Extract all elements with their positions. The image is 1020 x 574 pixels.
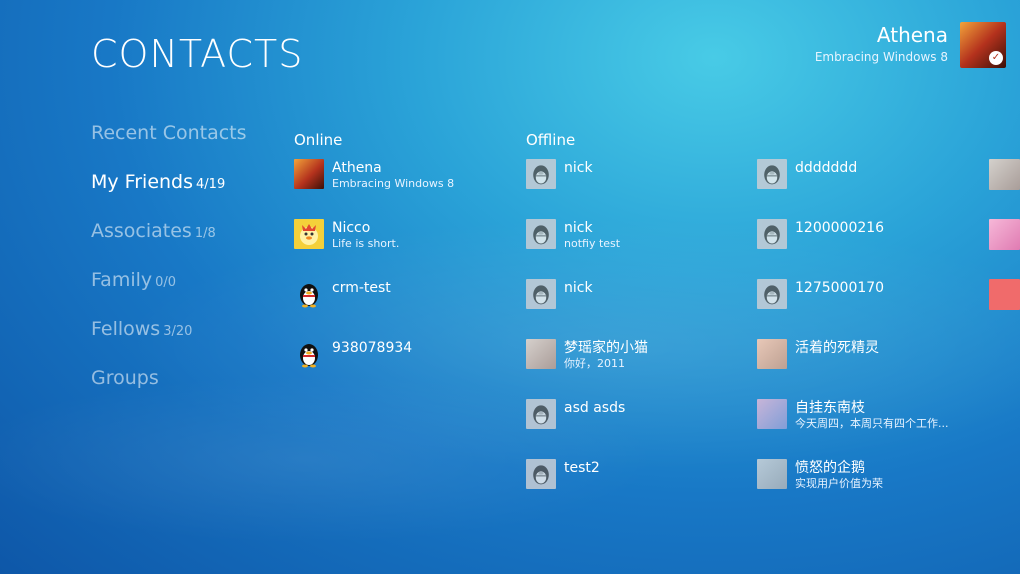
avatar bbox=[989, 279, 1020, 310]
contact-item[interactable]: 1200000216 bbox=[757, 219, 977, 249]
contact-item[interactable]: 1275000170 bbox=[757, 279, 977, 309]
page-title: CONTACTS bbox=[91, 32, 304, 76]
nav-my-friends[interactable]: My Friends 4/19 bbox=[91, 171, 247, 220]
contact-item[interactable]: Nicco Life is short. bbox=[294, 219, 514, 251]
nav-fellows[interactable]: Fellows 3/20 bbox=[91, 318, 247, 367]
contact-item-partial[interactable] bbox=[989, 219, 1020, 250]
contact-item-partial[interactable] bbox=[989, 279, 1020, 310]
penguin-icon bbox=[526, 279, 556, 309]
avatar bbox=[757, 339, 787, 369]
avatar bbox=[526, 339, 556, 369]
contact-item[interactable]: 自挂东南枝 今天周四，本周只有四个工作... bbox=[757, 399, 977, 431]
avatar bbox=[989, 219, 1020, 250]
offline-heading: Offline bbox=[526, 131, 576, 149]
contact-item[interactable]: nick notfiy test bbox=[526, 219, 746, 251]
penguin-icon bbox=[526, 459, 556, 489]
contact-item[interactable]: 938078934 bbox=[294, 339, 514, 369]
penguin-icon bbox=[757, 279, 787, 309]
contact-item[interactable]: 愤怒的企鹅 实现用户价值为荣 bbox=[757, 459, 977, 491]
contact-item[interactable]: ddddddd bbox=[757, 159, 977, 189]
nav-count: 0/0 bbox=[155, 275, 177, 290]
contact-item[interactable]: nick bbox=[526, 159, 746, 189]
group-nav: Recent Contacts My Friends 4/19 Associate… bbox=[91, 122, 247, 416]
user-name: Athena bbox=[876, 23, 948, 47]
penguin-icon bbox=[757, 219, 787, 249]
user-profile[interactable]: Athena Embracing Windows 8 ✓ bbox=[815, 22, 1006, 68]
penguin-icon bbox=[526, 399, 556, 429]
penguin-icon bbox=[526, 159, 556, 189]
nav-groups[interactable]: Groups bbox=[91, 367, 247, 416]
avatar bbox=[757, 399, 787, 429]
contact-item[interactable]: Athena Embracing Windows 8 bbox=[294, 159, 514, 191]
user-avatar[interactable]: ✓ bbox=[960, 22, 1006, 68]
penguin-icon bbox=[294, 339, 324, 369]
penguin-icon bbox=[526, 219, 556, 249]
nav-count: 1/8 bbox=[194, 226, 216, 241]
nav-family[interactable]: Family 0/0 bbox=[91, 269, 247, 318]
contact-item[interactable]: nick bbox=[526, 279, 746, 309]
contact-item[interactable]: asd asds bbox=[526, 399, 746, 429]
contact-item[interactable]: 梦瑶家的小猫 你好，2011 bbox=[526, 339, 746, 371]
penguin-icon bbox=[294, 279, 324, 309]
nav-recent-contacts[interactable]: Recent Contacts bbox=[91, 122, 247, 171]
contact-item-partial[interactable] bbox=[989, 159, 1020, 190]
nav-associates[interactable]: Associates 1/8 bbox=[91, 220, 247, 269]
nav-count: 4/19 bbox=[196, 177, 226, 192]
user-status: Embracing Windows 8 bbox=[814, 50, 948, 64]
penguin-icon bbox=[757, 159, 787, 189]
check-icon: ✓ bbox=[989, 51, 1003, 65]
avatar bbox=[757, 459, 787, 489]
duck-icon bbox=[294, 219, 324, 249]
avatar bbox=[989, 159, 1020, 190]
nav-count: 3/20 bbox=[163, 324, 193, 339]
contact-item[interactable]: 活着的死精灵 bbox=[757, 339, 977, 369]
avatar bbox=[294, 159, 324, 189]
contact-item[interactable]: test2 bbox=[526, 459, 746, 489]
online-heading: Online bbox=[294, 131, 343, 149]
contact-item[interactable]: crm-test bbox=[294, 279, 514, 309]
